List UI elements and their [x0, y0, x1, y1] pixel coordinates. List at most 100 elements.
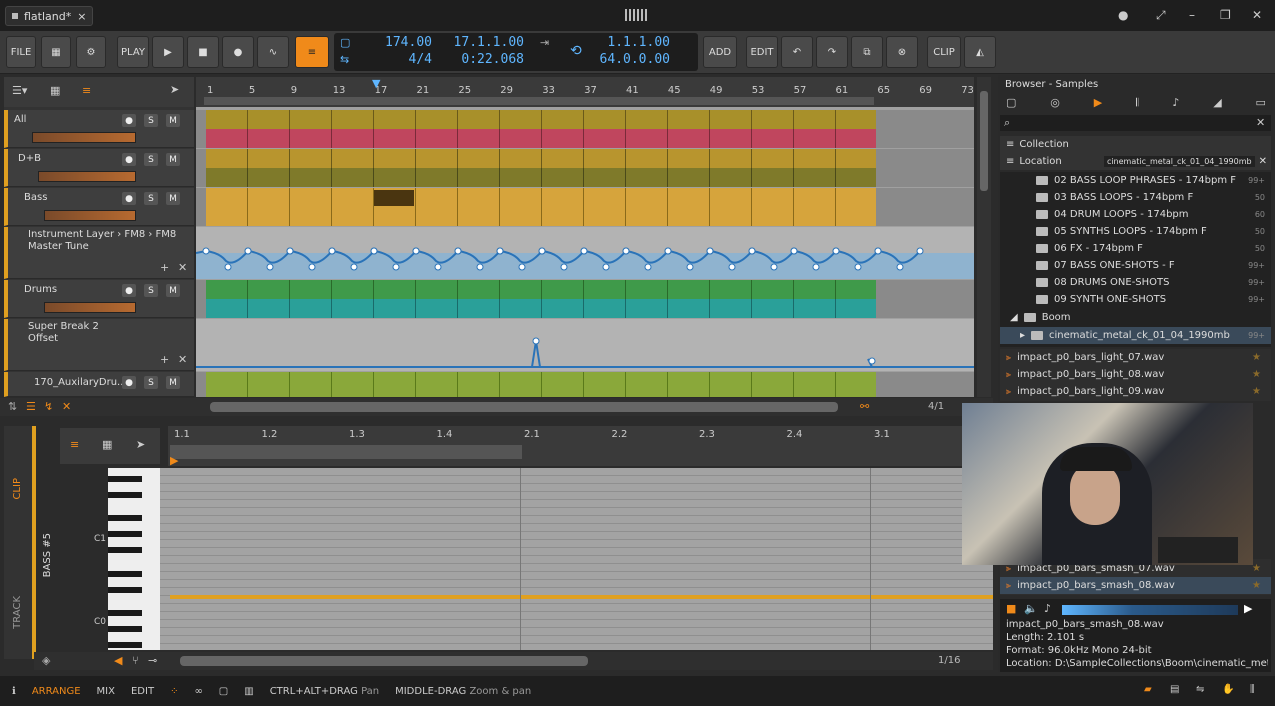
automation-point[interactable] [602, 263, 610, 271]
black-key[interactable] [108, 547, 142, 553]
projects-tab-icon[interactable]: ▭ [1256, 96, 1266, 112]
snap-icon[interactable]: ⁘ [170, 686, 178, 697]
automation-point[interactable] [454, 247, 462, 255]
folder-item-selected[interactable]: ▸ cinematic_metal_ck_01_04_1990mb 99+ [1000, 327, 1271, 344]
lane-auxilary-drums[interactable] [196, 372, 974, 397]
track-all[interactable]: All ● S M [4, 110, 194, 148]
automation-point[interactable] [644, 263, 652, 271]
record-arm-button[interactable]: ● [122, 153, 136, 166]
black-key[interactable] [108, 515, 142, 522]
arranger-lanes[interactable] [196, 107, 974, 397]
record-arm-button[interactable]: ● [122, 376, 136, 389]
automation-lane-header[interactable]: Instrument Layer › FM8 › FM8 Master Tune… [4, 227, 194, 279]
redo-icon[interactable]: ↷ [816, 36, 848, 68]
lane-drums[interactable] [196, 280, 974, 318]
meter-icon[interactable]: ▥ [244, 686, 253, 697]
panel-icon[interactable]: ▢ [219, 686, 228, 697]
automation-point[interactable] [202, 247, 210, 255]
black-key[interactable] [108, 531, 142, 538]
automation-point[interactable] [664, 247, 672, 255]
mirror-icon[interactable]: ◭ [964, 36, 996, 68]
automation-point[interactable] [538, 247, 546, 255]
link-icon[interactable]: ∞ [194, 686, 202, 697]
clip[interactable] [206, 188, 876, 226]
time-value[interactable]: 0:22.068 [442, 52, 524, 67]
hand-icon[interactable]: ✋ [1222, 684, 1234, 695]
speaker-icon[interactable]: 🔈 [1024, 602, 1038, 615]
audition-icon[interactable]: ◀ [114, 654, 122, 667]
stop-icon[interactable]: ■ [187, 36, 219, 68]
mixer-icon[interactable]: ⫼ [1250, 684, 1255, 695]
favorite-icon[interactable]: ★ [1252, 563, 1261, 574]
mute-button[interactable]: M [166, 376, 180, 389]
folder-item[interactable]: 04 DRUM LOOPS - 174bpm 60 [1000, 206, 1271, 223]
clip[interactable] [206, 299, 876, 318]
folder-item[interactable]: 02 BASS LOOP PHRASES - 174bpm F 99+ [1000, 172, 1271, 189]
grid-icon[interactable]: ▦ [102, 438, 112, 451]
follow-icon[interactable]: ↯ [44, 400, 53, 413]
automation-point[interactable] [434, 263, 442, 271]
minimize-icon[interactable]: – [1189, 8, 1195, 22]
folder-item[interactable]: 07 BASS ONE-SHOTS - F 99+ [1000, 257, 1271, 274]
zoom-fit-icon[interactable]: ⚯ [860, 400, 869, 413]
waveform[interactable] [1062, 605, 1238, 615]
automation-point[interactable] [266, 263, 274, 271]
automation-point[interactable] [370, 247, 378, 255]
pointer-tool-icon[interactable]: ➤ [170, 83, 179, 96]
track-tab[interactable]: TRACK [12, 596, 23, 629]
close-window-icon[interactable]: ✕ [1252, 8, 1262, 22]
samples-tab-icon[interactable]: ▶ [1094, 96, 1102, 112]
add-automation-icon[interactable]: + [160, 353, 169, 366]
track-db[interactable]: D+B ● S M [4, 149, 194, 187]
track-bass[interactable]: Bass ● S M [4, 188, 194, 226]
position-value[interactable]: 17.1.1.00 [442, 35, 524, 50]
automation-point[interactable] [392, 263, 400, 271]
mute-button[interactable]: M [166, 284, 180, 297]
record-arm-button[interactable]: ● [122, 284, 136, 297]
search-input[interactable]: ⌕ ✕ [1000, 115, 1271, 131]
record-icon[interactable]: ● [222, 36, 254, 68]
favorite-icon[interactable]: ★ [1252, 369, 1261, 380]
editor-ruler[interactable]: 1.1 1.2 1.3 1.4 2.1 2.2 2.3 2.4 3.1 ▶ [168, 426, 993, 467]
folder-item[interactable]: 03 BASS LOOPS - 174bpm F 50 [1000, 189, 1271, 206]
clip-loop-region[interactable] [170, 445, 522, 459]
lane-bass[interactable] [196, 188, 974, 226]
remove-automation-icon[interactable]: ✕ [178, 353, 187, 366]
solo-button[interactable]: S [144, 376, 158, 389]
solo-button[interactable]: S [144, 114, 158, 127]
solo-button[interactable]: S [144, 153, 158, 166]
arrange-tab[interactable]: ARRANGE [32, 686, 81, 697]
solo-button[interactable]: S [144, 192, 158, 205]
loop-length-value[interactable]: 64.0.0.00 [590, 52, 670, 67]
clips-tab-icon[interactable]: ◢ [1213, 96, 1221, 112]
clip-start-marker-icon[interactable]: ▶ [170, 454, 178, 467]
folder-item[interactable]: ◢ Boom [1000, 309, 1271, 326]
file-item[interactable]: ⫸ impact_p0_bars_light_07.wav ★ [1000, 349, 1271, 366]
playhead-marker-icon[interactable]: ▼ [372, 77, 380, 90]
groove-icon[interactable]: ⇆ [340, 53, 349, 66]
black-key[interactable] [108, 586, 142, 593]
track-menu-icon[interactable]: ☰▾ [12, 84, 27, 97]
close-tab-icon[interactable]: × [77, 10, 86, 23]
automation-point[interactable] [496, 247, 504, 255]
automation-lane[interactable] [196, 227, 974, 279]
automation-point[interactable] [748, 247, 756, 255]
black-key[interactable] [108, 491, 142, 498]
black-key[interactable] [108, 475, 142, 482]
black-key[interactable] [108, 570, 142, 577]
automation-point[interactable] [328, 247, 336, 255]
record-arm-button[interactable]: ● [122, 192, 136, 205]
dashboard-icon[interactable]: ▦ [41, 36, 71, 68]
black-key[interactable] [108, 610, 142, 617]
automation-point[interactable] [832, 247, 840, 255]
folder-item[interactable]: 08 DRUMS ONE-SHOTS 99+ [1000, 274, 1271, 291]
volume-slider[interactable] [32, 132, 136, 143]
automation-point[interactable] [622, 247, 630, 255]
file-button[interactable]: FILE [6, 36, 36, 68]
horizontal-scrollbar[interactable] [210, 402, 838, 412]
favorite-icon[interactable]: ★ [1252, 352, 1261, 363]
sliders-icon[interactable]: ⇋ [1196, 684, 1204, 695]
project-tab[interactable]: flatland* × [5, 6, 94, 26]
automation-point[interactable] [224, 263, 232, 271]
file-item[interactable]: ⫸ impact_p0_bars_light_08.wav ★ [1000, 366, 1271, 383]
